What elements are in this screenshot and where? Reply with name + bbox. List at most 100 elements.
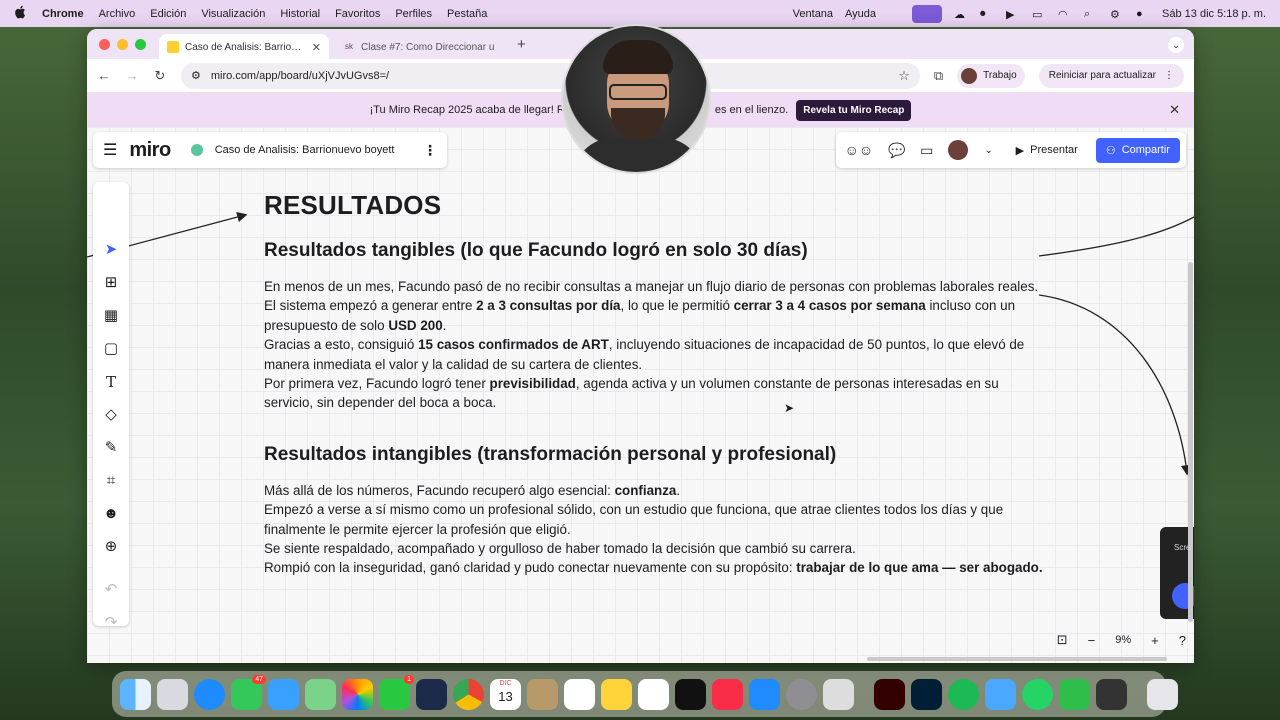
battery-icon[interactable]: ▭	[1032, 8, 1046, 21]
sticky-note-icon[interactable]: ▢	[93, 336, 129, 362]
close-banner-icon[interactable]: ✕	[1169, 102, 1180, 118]
control-center-icon[interactable]: ⚙	[1110, 8, 1124, 21]
contacts-icon[interactable]	[527, 678, 558, 710]
close-tab-icon[interactable]: ✕	[312, 41, 321, 54]
collaborator-avatar[interactable]	[947, 140, 968, 160]
launchpad-icon[interactable]	[157, 678, 188, 710]
reminders-icon[interactable]	[564, 678, 595, 710]
photoshop-icon[interactable]	[911, 678, 942, 710]
minimize-window-button[interactable]	[117, 39, 128, 50]
zoom-out-icon[interactable]: −	[1088, 633, 1096, 648]
video-call-icon[interactable]: ▭	[918, 142, 936, 159]
board-options-icon[interactable]: ⋮	[423, 142, 437, 159]
record-icon[interactable]: ⏺	[980, 8, 994, 20]
site-settings-icon[interactable]: ⚙	[191, 69, 201, 82]
pen-icon[interactable]: ✎	[93, 435, 129, 461]
url-text[interactable]: miro.com/app/board/uXjVJvUGvs8=/	[211, 70, 888, 82]
share-button[interactable]: ⚇ Compartir	[1095, 137, 1180, 163]
miro-logo[interactable]: miro	[129, 139, 171, 162]
music-icon[interactable]	[712, 678, 743, 710]
shapes-icon[interactable]: ◇	[93, 402, 129, 428]
forward-icon[interactable]: →	[125, 68, 139, 83]
update-button[interactable]: Reiniciar para actualizar ⋮	[1038, 63, 1184, 88]
more-menu-icon[interactable]: ⋮	[1164, 70, 1174, 81]
redo-icon[interactable]: ↷	[93, 610, 129, 636]
calculator-icon[interactable]	[1096, 678, 1127, 710]
calendar-icon[interactable]: DIC 13	[490, 678, 521, 710]
telegram-icon[interactable]	[416, 678, 447, 710]
undo-icon[interactable]: ↶	[93, 577, 129, 603]
safari-icon[interactable]	[194, 678, 225, 710]
promo-cta-button[interactable]: Revela tu Miro Recap	[796, 99, 912, 121]
main-menu-icon[interactable]: ☰	[103, 140, 117, 160]
testflight-icon[interactable]	[985, 678, 1016, 710]
zoom-in-icon[interactable]: +	[1151, 633, 1159, 648]
maps-icon[interactable]	[305, 678, 336, 710]
results-document[interactable]: RESULTADOS Resultados tangibles (lo que …	[264, 189, 1044, 578]
comments-icon[interactable]: 💬	[888, 142, 906, 159]
tab-caso-analisis[interactable]: Caso de Analisis: Barrionuevo ✕	[159, 34, 329, 60]
back-icon[interactable]: ←	[97, 68, 111, 83]
text-tool-icon[interactable]: T	[93, 369, 129, 395]
trash-icon[interactable]	[1147, 678, 1178, 710]
siri-icon[interactable]: ●	[1136, 8, 1150, 20]
photos-icon[interactable]	[342, 678, 373, 710]
finder-icon[interactable]	[120, 678, 151, 710]
board-name[interactable]: Caso de Analisis: Barrionuevo boyett	[215, 144, 411, 156]
profile-button[interactable]: Trabajo	[957, 63, 1025, 88]
iphone-mirroring-icon[interactable]	[823, 678, 854, 710]
more-tools-icon[interactable]: ⊕	[93, 534, 129, 560]
templates-icon[interactable]: ⊞	[93, 270, 129, 296]
frame-tool-icon[interactable]: ⌗	[93, 468, 129, 494]
menu-perfiles[interactable]: Perfiles	[395, 8, 432, 20]
miro-canvas[interactable]: ☰ miro Caso de Analisis: Barrionuevo boy…	[87, 127, 1194, 663]
menu-pestana[interactable]: Pestaña	[447, 8, 487, 20]
help-icon[interactable]: ?	[1179, 633, 1186, 648]
play-icon[interactable]: ▶	[1006, 8, 1020, 21]
extensions-icon[interactable]: ⧉	[934, 68, 943, 84]
apple-menu-icon[interactable]	[14, 5, 26, 22]
menu-ventana[interactable]: Ventana	[793, 8, 833, 20]
menu-edicion[interactable]: Edición	[150, 8, 186, 20]
select-tool-icon[interactable]: ➤	[93, 237, 129, 263]
frames-layout-icon[interactable]: ▦	[93, 303, 129, 329]
menu-historial[interactable]: Historial	[280, 8, 320, 20]
bookmark-star-icon[interactable]: ☆	[898, 68, 910, 84]
messages-icon[interactable]: 47	[231, 674, 266, 710]
menubar-datetime[interactable]: Sáb 13 dic 5:18 p. m.	[1162, 8, 1266, 20]
fit-to-screen-icon[interactable]: ⊡	[1057, 632, 1068, 648]
whatsapp-icon[interactable]	[1022, 678, 1053, 710]
menu-archivo[interactable]: Archivo	[99, 8, 136, 20]
close-window-button[interactable]	[99, 39, 110, 50]
reload-icon[interactable]: ↻	[153, 68, 167, 84]
settings-icon[interactable]	[786, 678, 817, 710]
chevron-down-icon[interactable]: ⌄	[980, 145, 998, 156]
reactions-icon[interactable]: ☺☺	[842, 142, 876, 158]
appstore-icon[interactable]	[749, 678, 780, 710]
address-bar[interactable]: ⚙ miro.com/app/board/uXjVJvUGvs8=/ ☆	[181, 62, 920, 89]
stickers-icon[interactable]: ☻	[93, 501, 129, 527]
menu-ayuda[interactable]: Ayuda	[845, 8, 876, 20]
tab-clase-7[interactable]: sk Clase #7: Como Direccionar u	[335, 34, 505, 60]
menu-visualizacion[interactable]: Visualización	[201, 8, 265, 20]
tab-search-chevron-icon[interactable]: ⌄	[1168, 37, 1184, 53]
illustrator-icon[interactable]	[874, 678, 905, 710]
new-tab-icon[interactable]: +	[517, 36, 526, 53]
notes-icon[interactable]	[601, 678, 632, 710]
spotlight-search-icon[interactable]: ⌕	[1084, 8, 1098, 20]
tv-icon[interactable]	[675, 678, 706, 710]
mail-icon[interactable]	[268, 678, 299, 710]
horizontal-scrollbar[interactable]	[867, 657, 1167, 661]
vertical-scrollbar[interactable]	[1188, 262, 1193, 622]
wifi-icon[interactable]: ◠	[1058, 8, 1072, 21]
screen-recording-icon[interactable]	[912, 4, 943, 23]
menu-app-name[interactable]: Chrome	[42, 8, 84, 20]
present-button[interactable]: ▶ Presentar	[1010, 144, 1084, 157]
chrome-icon[interactable]	[453, 678, 484, 710]
zoom-window-button[interactable]	[135, 39, 146, 50]
zoom-level[interactable]: 9%	[1115, 634, 1131, 646]
facetime-icon[interactable]: 1	[379, 674, 414, 710]
freeform-icon[interactable]	[638, 678, 669, 710]
numbers-icon[interactable]	[1059, 678, 1090, 710]
spotify-icon[interactable]	[948, 678, 979, 710]
